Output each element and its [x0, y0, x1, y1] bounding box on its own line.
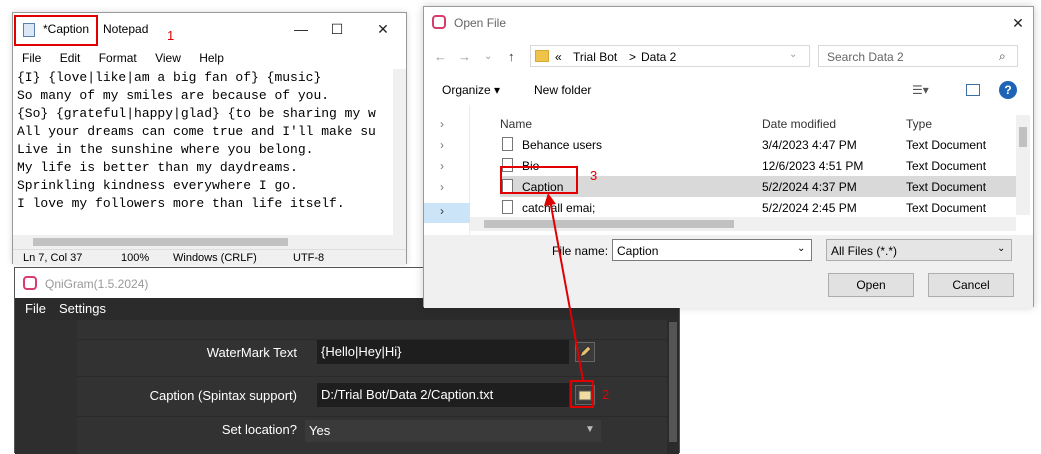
- arrow-head: [544, 193, 556, 206]
- annotation-arrow: [544, 193, 584, 381]
- arrow-line: [549, 199, 584, 381]
